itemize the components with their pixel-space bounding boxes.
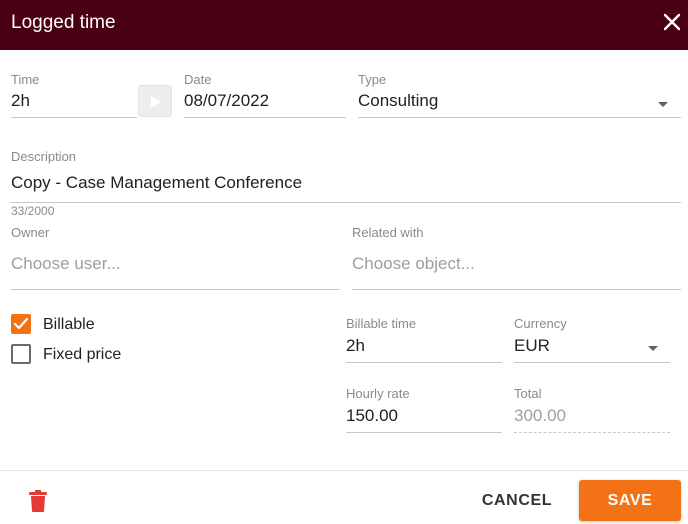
type-select[interactable]: Consulting xyxy=(358,90,438,112)
billable-label[interactable]: Billable xyxy=(43,315,95,335)
date-field[interactable]: Date 08/07/2022 xyxy=(184,72,346,120)
currency-label: Currency xyxy=(514,316,567,331)
related-with-input[interactable]: Choose object... xyxy=(352,253,475,275)
footer-divider xyxy=(0,470,688,471)
related-with-underline xyxy=(352,289,681,290)
play-icon xyxy=(151,96,161,108)
date-input[interactable]: 08/07/2022 xyxy=(184,90,269,112)
hourly-rate-label: Hourly rate xyxy=(346,386,410,401)
description-counter: 33/2000 xyxy=(11,204,55,218)
billable-time-underline xyxy=(346,362,502,363)
type-field[interactable]: Type Consulting xyxy=(358,72,681,120)
description-label: Description xyxy=(11,149,77,164)
description-underline xyxy=(11,202,681,203)
owner-input[interactable]: Choose user... xyxy=(11,253,121,275)
related-with-label: Related with xyxy=(352,225,424,240)
currency-underline xyxy=(514,362,670,363)
billable-time-input[interactable]: 2h xyxy=(346,335,365,357)
owner-field[interactable]: Owner Choose user... xyxy=(11,225,340,293)
time-underline xyxy=(11,117,137,118)
total-value: 300.00 xyxy=(514,406,566,425)
description-input[interactable]: Copy - Case Management Conference xyxy=(11,172,302,194)
time-label: Time xyxy=(11,72,40,87)
hourly-rate-underline xyxy=(346,432,502,433)
save-button[interactable]: SAVE xyxy=(579,480,681,521)
type-underline xyxy=(358,117,681,118)
billable-time-field[interactable]: Billable time 2h xyxy=(346,316,502,364)
time-field[interactable]: Time 2h xyxy=(11,72,137,120)
hourly-rate-field[interactable]: Hourly rate 150.00 xyxy=(346,386,502,434)
check-icon xyxy=(13,317,29,330)
time-input[interactable]: 2h xyxy=(11,90,30,112)
owner-underline xyxy=(11,289,340,290)
total-label: Total xyxy=(514,386,542,401)
fixed-price-checkbox[interactable] xyxy=(11,344,31,364)
start-timer-button[interactable] xyxy=(138,85,172,117)
total-field: Total 300.00 xyxy=(514,386,670,434)
related-with-field[interactable]: Related with Choose object... xyxy=(352,225,681,293)
trash-icon xyxy=(29,490,47,512)
date-underline xyxy=(184,117,346,118)
owner-label: Owner xyxy=(11,225,50,240)
billable-time-label: Billable time xyxy=(346,316,417,331)
close-icon xyxy=(663,13,681,31)
dialog-header: Logged time xyxy=(0,0,688,50)
type-label: Type xyxy=(358,72,387,87)
cancel-button[interactable]: CANCEL xyxy=(472,482,562,520)
dialog-title: Logged time xyxy=(11,12,116,33)
chevron-down-icon[interactable] xyxy=(648,346,658,351)
delete-button[interactable] xyxy=(28,489,48,513)
chevron-down-icon[interactable] xyxy=(658,102,668,107)
currency-field[interactable]: Currency EUR xyxy=(514,316,670,364)
description-field[interactable]: Description Copy - Case Management Confe… xyxy=(11,149,681,205)
total-underline xyxy=(514,432,670,433)
fixed-price-label[interactable]: Fixed price xyxy=(43,345,121,365)
billable-checkbox[interactable] xyxy=(11,314,31,334)
date-label: Date xyxy=(184,72,212,87)
currency-select[interactable]: EUR xyxy=(514,335,550,357)
close-button[interactable] xyxy=(658,8,686,36)
hourly-rate-input[interactable]: 150.00 xyxy=(346,405,398,427)
